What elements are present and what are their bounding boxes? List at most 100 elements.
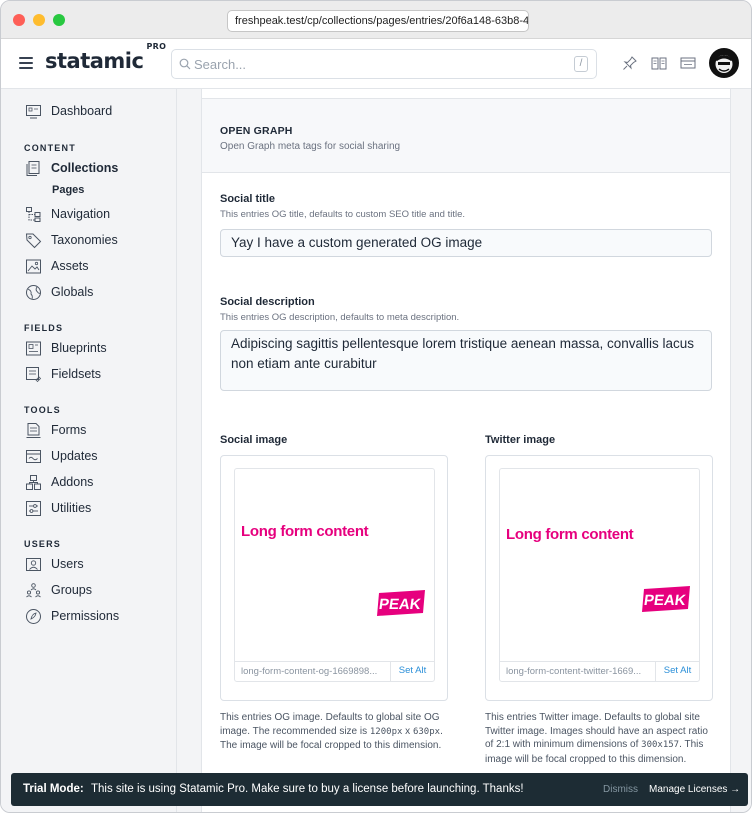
sidebar-nav: Dashboard CONTENT Collections Pages Navi… xyxy=(1,89,177,812)
search-input[interactable] xyxy=(194,55,564,73)
collections-icon xyxy=(26,160,40,176)
sidebar-item-label: Dashboard xyxy=(51,104,113,118)
view-site-icon[interactable] xyxy=(679,54,697,72)
sidebar-item-dashboard[interactable]: Dashboard xyxy=(25,100,112,122)
sidebar-item-label: Forms xyxy=(51,423,87,437)
search-shortcut-hint: / xyxy=(574,56,588,72)
navigation-icon xyxy=(26,206,41,222)
trial-mode-banner: Trial Mode: This site is using Statamic … xyxy=(11,773,748,806)
sidebar-item-globals[interactable]: Globals xyxy=(25,281,93,303)
twitter-image-label: Twitter image xyxy=(485,434,556,446)
sidebar-subitem-pages[interactable]: Pages xyxy=(52,184,84,196)
search-icon xyxy=(179,58,191,70)
sidebar-item-permissions[interactable]: Permissions xyxy=(25,605,119,627)
groups-icon xyxy=(26,582,41,597)
sidebar-item-updates[interactable]: Updates xyxy=(25,445,98,467)
trial-mode-message: This site is using Statamic Pro. Make su… xyxy=(91,783,524,795)
thumbnail-headline: Long form content xyxy=(241,523,369,540)
twitter-image-thumbnail[interactable]: Long form content PEAK long-form-content… xyxy=(499,468,700,682)
open-graph-section-header: OPEN GRAPH Open Graph meta tags for soci… xyxy=(202,99,730,173)
sidebar-item-addons[interactable]: Addons xyxy=(25,471,93,493)
sidebar-item-label: Taxonomies xyxy=(51,233,118,247)
sidebar-section-fields: FIELDS xyxy=(24,323,64,333)
social-image-help: This entries OG image. Defaults to globa… xyxy=(220,712,443,751)
image-icon xyxy=(26,259,41,273)
pin-icon[interactable] xyxy=(621,54,639,72)
sidebar-item-groups[interactable]: Groups xyxy=(25,579,92,601)
sidebar-item-label: Permissions xyxy=(51,609,120,623)
social-description-label: Social description xyxy=(220,296,315,308)
set-alt-button[interactable]: Set Alt xyxy=(655,662,699,681)
asset-meta-bar: long-form-content-og-1669898... Set Alt xyxy=(235,661,434,681)
set-alt-button[interactable]: Set Alt xyxy=(390,662,434,681)
browser-window: freshpeak.test/cp/collections/pages/entr… xyxy=(0,0,752,813)
dismiss-button[interactable]: Dismiss xyxy=(603,784,638,795)
social-image-field[interactable]: Long form content PEAK long-form-content… xyxy=(220,455,448,701)
sidebar-item-users[interactable]: Users xyxy=(25,553,84,575)
sidebar-section-content: CONTENT xyxy=(24,143,76,153)
sidebar-item-label: Utilities xyxy=(51,501,92,515)
sidebar-item-blueprints[interactable]: Blueprints xyxy=(25,337,107,359)
form-icon xyxy=(26,422,41,438)
section-subtitle: Open Graph meta tags for social sharing xyxy=(220,141,401,152)
asset-meta-bar: long-form-content-twitter-1669... Set Al… xyxy=(500,661,699,681)
twitter-image-help: This entries Twitter image. Defaults to … xyxy=(485,712,708,765)
main-content: OPEN GRAPH Open Graph meta tags for soci… xyxy=(178,89,751,812)
sidebar-item-label: Updates xyxy=(51,449,98,463)
sidebar-item-label: Globals xyxy=(51,285,94,299)
social-image-label: Social image xyxy=(220,434,288,446)
docs-book-icon[interactable] xyxy=(650,54,668,72)
users-icon xyxy=(26,557,41,571)
app-header: statamicPRO / xyxy=(1,39,751,89)
zoom-window-button[interactable] xyxy=(53,14,65,26)
thumbnail-headline: Long form content xyxy=(506,526,634,543)
address-bar[interactable]: freshpeak.test/cp/collections/pages/entr… xyxy=(227,10,529,32)
sidebar-item-label: Users xyxy=(51,557,84,571)
manage-licenses-link[interactable]: Manage Licenses → xyxy=(649,784,740,795)
peak-logo-text: PEAK xyxy=(378,596,422,613)
pro-badge: PRO xyxy=(146,42,167,51)
sidebar-item-navigation[interactable]: Navigation xyxy=(25,203,110,225)
sidebar-item-label: Assets xyxy=(51,259,89,273)
sidebar-item-utilities[interactable]: Utilities xyxy=(25,497,91,519)
sidebar-item-label: Navigation xyxy=(51,207,111,221)
sidebar-item-fieldsets[interactable]: Fieldsets xyxy=(25,363,101,385)
dashboard-icon xyxy=(26,104,41,118)
sidebar-item-label: Groups xyxy=(51,583,92,597)
social-description-textarea[interactable]: Adipiscing sagittis pellentesque lorem t… xyxy=(220,330,712,391)
sidebar-item-collections[interactable]: Collections xyxy=(25,157,118,179)
statamic-logo[interactable]: statamicPRO xyxy=(45,42,166,73)
previous-section-edge xyxy=(202,89,730,99)
avatar-face-icon xyxy=(710,49,738,77)
twitter-image-field[interactable]: Long form content PEAK long-form-content… xyxy=(485,455,713,701)
addons-icon xyxy=(26,474,41,490)
peak-logo: PEAK xyxy=(377,590,425,616)
asset-filename: long-form-content-twitter-1669... xyxy=(506,666,642,677)
sidebar-item-taxonomies[interactable]: Taxonomies xyxy=(25,229,118,251)
fieldset-icon xyxy=(26,366,42,382)
sidebar-section-tools: TOOLS xyxy=(24,405,61,415)
social-image-thumbnail[interactable]: Long form content PEAK long-form-content… xyxy=(234,468,435,682)
utilities-icon xyxy=(26,500,41,516)
close-window-button[interactable] xyxy=(13,14,25,26)
menu-toggle-icon[interactable] xyxy=(19,57,33,69)
sidebar-item-assets[interactable]: Assets xyxy=(25,255,89,277)
browser-titlebar: freshpeak.test/cp/collections/pages/entr… xyxy=(1,1,751,39)
globe-icon xyxy=(26,284,41,300)
sidebar-item-label: Blueprints xyxy=(51,341,107,355)
peak-logo-text: PEAK xyxy=(643,592,687,609)
trial-mode-label: Trial Mode: xyxy=(23,783,84,795)
peak-logo: PEAK xyxy=(642,586,690,612)
minimize-window-button[interactable] xyxy=(33,14,45,26)
social-title-help: This entries OG title, defaults to custo… xyxy=(220,209,465,220)
global-search[interactable]: / xyxy=(171,49,597,79)
sidebar-item-label: Collections xyxy=(51,161,119,175)
updates-icon xyxy=(26,449,41,463)
social-title-input[interactable]: Yay I have a custom generated OG image xyxy=(220,229,712,257)
sidebar-item-forms[interactable]: Forms xyxy=(25,419,86,441)
tag-icon xyxy=(25,233,42,248)
user-avatar[interactable] xyxy=(709,48,739,78)
asset-filename: long-form-content-og-1669898... xyxy=(241,666,378,677)
social-title-label: Social title xyxy=(220,193,276,205)
section-title: OPEN GRAPH xyxy=(220,125,293,137)
